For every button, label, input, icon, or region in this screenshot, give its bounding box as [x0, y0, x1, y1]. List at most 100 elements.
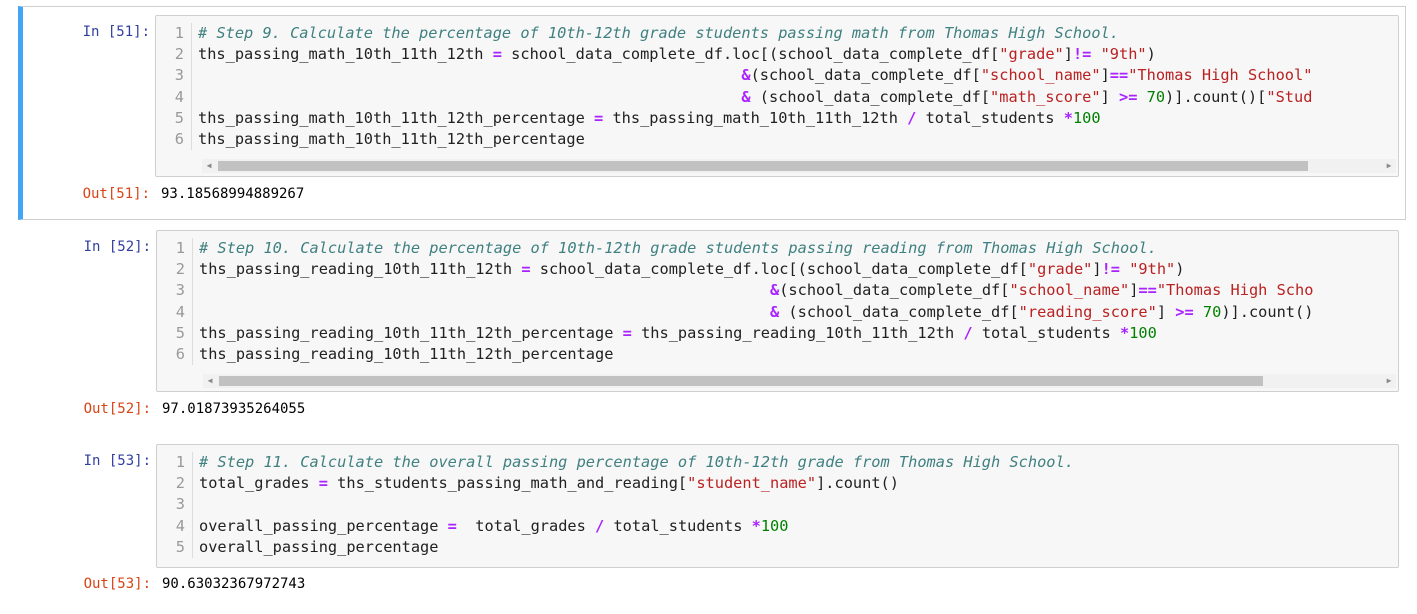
code-token: ]	[1063, 45, 1073, 64]
code-token: "grade"	[1027, 260, 1093, 279]
cell-output: 93.18568994889267	[161, 186, 305, 202]
line-number: 2	[157, 473, 193, 495]
scrollbar-thumb[interactable]	[218, 161, 1308, 171]
code-token: /	[963, 323, 973, 342]
code-token: )].count()[	[1165, 87, 1267, 106]
code-token: total_grades	[199, 474, 319, 493]
code-token: # Step 9. Calculate the percentage of 10…	[198, 24, 1119, 42]
code-line[interactable]: 1 # Step 9. Calculate the percentage of 1…	[156, 23, 1398, 45]
scrollbar-thumb[interactable]	[219, 376, 1263, 386]
line-number: 3	[157, 280, 193, 302]
code-token: =	[447, 516, 457, 535]
line-number: 4	[156, 86, 192, 108]
code-token: "9th"	[1100, 45, 1147, 64]
code-token: total_students	[604, 516, 752, 535]
code-token: *	[1063, 108, 1073, 127]
code-line[interactable]: 6 ths_passing_reading_10th_11th_12th_perc…	[157, 343, 1398, 366]
code-token: 100	[1129, 323, 1157, 342]
code-token: 70	[1146, 87, 1166, 106]
code-token: ]	[1092, 260, 1102, 279]
output-prompt: Out[52]:	[83, 401, 151, 417]
cell-output: 90.63032367972743	[162, 576, 306, 592]
code-token: )	[1175, 260, 1185, 279]
code-token: ths_passing_reading_10th_11th_12th_perce…	[199, 344, 614, 363]
code-token: ].count()	[816, 474, 899, 493]
scroll-right-icon[interactable]: ▶	[1382, 374, 1396, 388]
line-number: 5	[157, 536, 193, 558]
horizontal-scrollbar[interactable]: ◀ ▶	[203, 374, 1396, 388]
code-line[interactable]: 5 ths_passing_reading_10th_11th_12th_perc…	[157, 322, 1398, 344]
code-token: # Step 10. Calculate the percentage of 1…	[199, 239, 1157, 257]
code-token: &	[770, 281, 780, 300]
code-token: =	[492, 45, 502, 64]
code-token: "grade"	[999, 45, 1064, 64]
code-lines: 1 # Step 11. Calculate the overall passin…	[157, 452, 1398, 558]
horizontal-scrollbar[interactable]: ◀ ▶	[202, 159, 1396, 173]
code-line[interactable]: 3 &(school_data_complete_df["school_name…	[156, 65, 1398, 87]
code-token: ]	[1100, 66, 1110, 85]
code-line[interactable]: 5 ths_passing_math_10th_11th_12th_percent…	[156, 107, 1398, 129]
code-editor[interactable]: 1 # Step 11. Calculate the overall passin…	[156, 444, 1399, 568]
code-line[interactable]: 1 # Step 10. Calculate the percentage of …	[157, 238, 1398, 260]
input-prompt: In [52]:	[83, 239, 151, 255]
code-editor[interactable]: 1 # Step 9. Calculate the percentage of 1…	[155, 15, 1399, 177]
scroll-left-icon[interactable]: ◀	[203, 374, 217, 388]
code-token: !=	[1072, 45, 1092, 64]
line-number: 1	[156, 23, 192, 45]
code-line[interactable]: 4 & (school_data_complete_df["reading_sc…	[157, 301, 1398, 323]
code-token: ths_passing_reading_10th_11th_12th	[631, 323, 964, 342]
code-token: =	[521, 260, 531, 279]
code-token: "student_name"	[687, 474, 817, 493]
code-token: /	[907, 108, 917, 127]
code-line[interactable]: 5 overall_passing_percentage	[157, 536, 1398, 558]
code-line[interactable]: 2 ths_passing_reading_10th_11th_12th = sc…	[157, 259, 1398, 281]
code-token: "Stud	[1266, 87, 1313, 106]
code-token: "Thomas High Scho	[1156, 281, 1314, 300]
code-token: ==	[1109, 66, 1129, 85]
code-line[interactable]: 1 # Step 11. Calculate the overall passin…	[157, 452, 1398, 474]
line-number: 2	[156, 44, 192, 66]
line-number: 6	[156, 128, 192, 151]
code-cell[interactable]: In [53]: 1 # Step 11. Calculate the overa…	[18, 435, 1406, 610]
code-token: ths_passing_math_10th_11th_12th	[603, 108, 908, 127]
code-line[interactable]: 6 ths_passing_math_10th_11th_12th_percent…	[156, 128, 1398, 151]
code-token: "school_name"	[1009, 281, 1130, 300]
input-prompt: In [51]:	[82, 24, 150, 40]
code-line[interactable]: 3	[157, 494, 1398, 516]
code-cell[interactable]: In [52]: 1 # Step 10. Calculate the perce…	[18, 221, 1406, 426]
code-line[interactable]: 3 &(school_data_complete_df["school_name…	[157, 280, 1398, 302]
code-token: ths_passing_reading_10th_11th_12th_perce…	[199, 323, 623, 342]
output-prompt: Out[53]:	[83, 576, 151, 592]
code-token: ths_students_passing_math_and_reading[	[327, 474, 688, 493]
code-cell[interactable]: In [51]: 1 # Step 9. Calculate the percen…	[18, 6, 1406, 220]
code-token: &	[741, 66, 751, 85]
code-token: "reading_score"	[1018, 302, 1157, 321]
input-prompt: In [53]:	[83, 453, 151, 469]
scroll-right-icon[interactable]: ▶	[1382, 159, 1396, 173]
code-token: ==	[1138, 281, 1157, 300]
code-token: &	[741, 87, 751, 106]
code-line[interactable]: 4 overall_passing_percentage = total_grad…	[157, 515, 1398, 537]
code-token: overall_passing_percentage	[199, 537, 439, 556]
code-token: )].count()	[1221, 302, 1314, 321]
code-token: "9th"	[1129, 260, 1176, 279]
scroll-left-icon[interactable]: ◀	[202, 159, 216, 173]
code-token: =	[594, 108, 604, 127]
code-token: "math_score"	[990, 87, 1101, 106]
code-line[interactable]: 4 & (school_data_complete_df["math_score…	[156, 86, 1398, 108]
code-line[interactable]: 2 ths_passing_math_10th_11th_12th = schoo…	[156, 44, 1398, 66]
line-number: 1	[157, 238, 193, 260]
code-token: (school_data_complete_df[	[779, 281, 1010, 300]
code-line[interactable]: 2 total_grades = ths_students_passing_mat…	[157, 473, 1398, 495]
code-lines: 1 # Step 9. Calculate the percentage of 1…	[156, 23, 1398, 151]
code-token: ths_passing_reading_10th_11th_12th	[199, 260, 522, 279]
code-editor[interactable]: 1 # Step 10. Calculate the percentage of …	[156, 230, 1399, 392]
code-token: >=	[1118, 87, 1138, 106]
code-token: *	[751, 516, 761, 535]
